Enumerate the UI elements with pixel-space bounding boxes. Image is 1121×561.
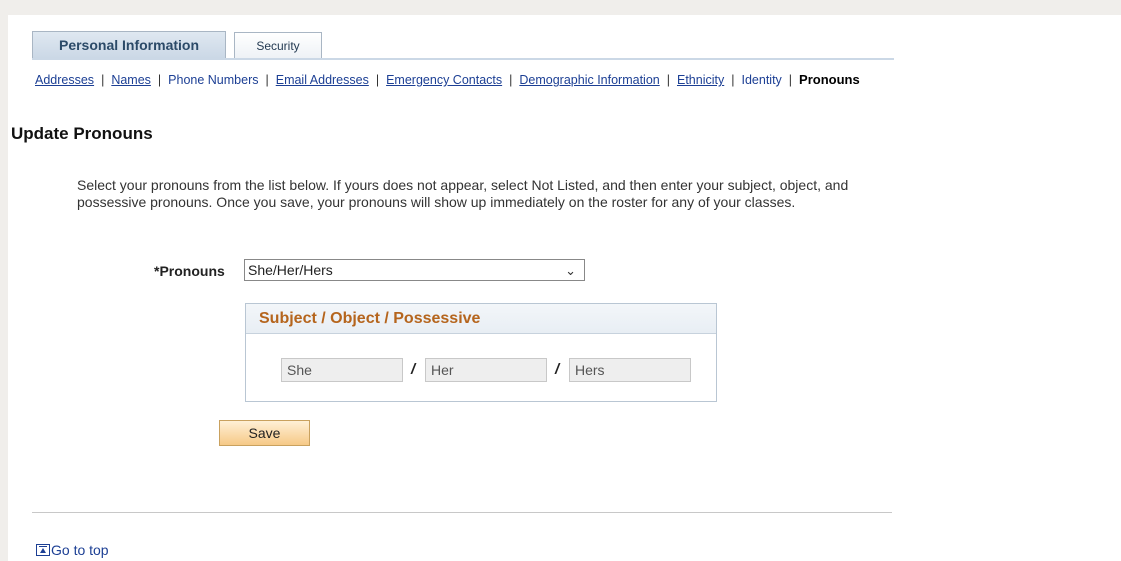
save-button[interactable]: Save [219, 420, 310, 446]
subnav-identity[interactable]: Identity [741, 73, 781, 87]
groupbox-title: Subject / Object / Possessive [246, 304, 716, 334]
subnav-separator: | [157, 73, 162, 87]
subnav-separator: | [375, 73, 380, 87]
go-to-top-icon [36, 544, 50, 556]
subnav-names[interactable]: Names [111, 73, 151, 87]
subnav-pronouns-current: Pronouns [799, 72, 860, 87]
subnav-separator: | [731, 73, 735, 87]
subnav-emergency-contacts[interactable]: Emergency Contacts [386, 73, 502, 87]
subnav-addresses[interactable]: Addresses [35, 73, 94, 87]
possessive-pronoun-field: Hers [569, 358, 691, 382]
tab-personal-information[interactable]: Personal Information [32, 31, 226, 58]
subnav-ethnicity[interactable]: Ethnicity [677, 73, 724, 87]
page: Personal Information Security Addresses |… [8, 15, 1121, 561]
subnav-phone-numbers[interactable]: Phone Numbers [168, 73, 258, 87]
subnav-email-addresses[interactable]: Email Addresses [276, 73, 369, 87]
divider [32, 512, 892, 513]
tab-underline [32, 58, 894, 60]
subnav-separator: | [666, 73, 670, 87]
pronouns-select[interactable]: She/Her/Hers ⌄ [244, 259, 585, 281]
tab-security[interactable]: Security [234, 32, 322, 58]
subnav-separator: | [788, 73, 793, 87]
subject-pronoun-field: She [281, 358, 403, 382]
subnav-separator: | [101, 73, 105, 87]
pronouns-label: *Pronouns [154, 263, 225, 279]
pronouns-selected-value: She/Her/Hers [248, 262, 333, 278]
subject-object-possessive-groupbox: Subject / Object / Possessive She / Her … [245, 303, 717, 402]
chevron-down-icon: ⌄ [565, 263, 576, 278]
slash-separator: / [411, 361, 416, 378]
go-to-top-link[interactable]: Go to top [36, 542, 109, 558]
subnav-separator: | [265, 73, 269, 87]
instructions-text: Select your pronouns from the list below… [77, 177, 849, 210]
go-to-top-label: Go to top [51, 542, 109, 558]
subnav: Addresses | Names | Phone Numbers | Email Addr… [35, 72, 860, 87]
slash-separator: / [555, 361, 560, 378]
object-pronoun-field: Her [425, 358, 547, 382]
page-title: Update Pronouns [11, 124, 153, 143]
subnav-demographic-information[interactable]: Demographic Information [519, 73, 659, 87]
subnav-separator: | [509, 73, 513, 87]
